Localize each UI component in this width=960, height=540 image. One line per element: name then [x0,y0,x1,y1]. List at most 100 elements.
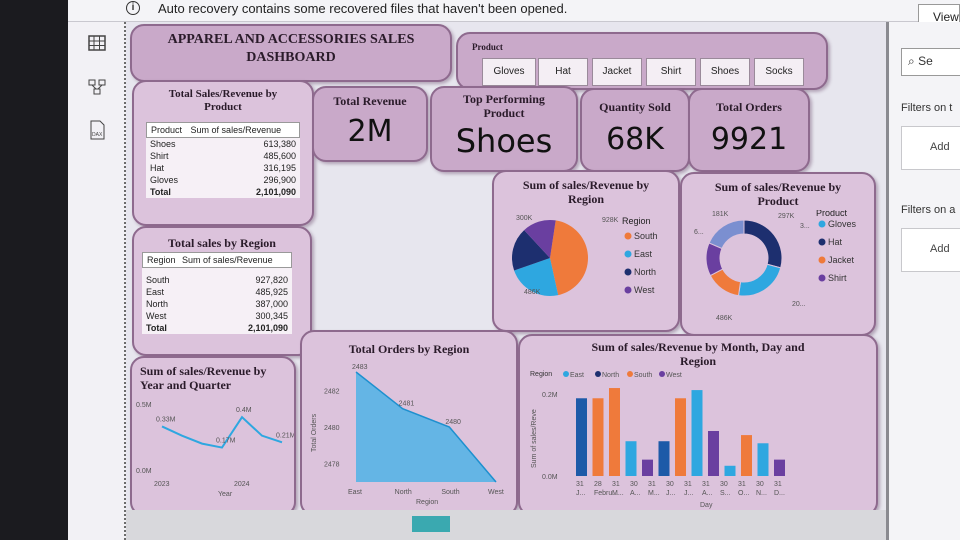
bar [757,443,769,476]
pie-data-label: 928K [602,217,619,224]
model-view-icon[interactable] [87,78,107,98]
orders-region-title: Total Orders by Region [348,342,470,356]
bar [675,398,686,476]
slicer-option-socks[interactable]: Socks [754,58,804,86]
report-canvas: APPAREL AND ACCESSORIES SALES DASHBOARD … [126,22,886,522]
slicer-option-gloves[interactable]: Gloves [482,58,536,86]
revenue-col-header[interactable]: Sum of sales/Revenue [191,125,282,135]
legend-label: Hat [828,237,843,247]
add-filter-page-button[interactable]: Add [901,126,960,170]
table-total-row: Total 2,101,090 [142,322,292,334]
cell-region: North [146,299,169,309]
orders-region-area-chart[interactable]: 2482 2480 2478 2483 2481 2480 East North South We… [302,362,516,512]
x-axis-title: Year [218,491,233,498]
x-tick-label: South [441,489,459,496]
legend-dot-west [624,286,632,294]
slicer-option-jacket[interactable]: Jacket [592,58,642,86]
y-axis-title: Total Orders [311,413,318,452]
data-label: 0.33M [156,416,176,423]
bar [592,398,604,476]
product-donut-chart[interactable]: 181K 297K 3... 20... 486K 6... ProductGloves Ha… [682,210,874,334]
product-slicer: Product Gloves Hat Jacket Shirt Shoes So… [456,32,828,90]
table-view-icon[interactable] [87,34,107,54]
page-tab[interactable] [412,516,450,532]
notification-text: Auto recovery contains some recovered fi… [158,1,568,16]
total-orders-value: 9921 [710,122,788,157]
page-tabs-bar [126,510,886,540]
region-pie-title: Sum of sales/Revenue by Region [522,178,650,206]
region-table-title: Total sales by Region [168,236,276,250]
table-row[interactable]: East 485,925 [142,286,292,298]
cell-revenue: 485,600 [263,151,296,161]
product-col-header[interactable]: Product [151,125,182,135]
region-pie-card: Sum of sales/Revenue by Region 928K 486K 3… [492,170,680,332]
total-label: Total [150,187,171,197]
legend-dot-north [624,268,632,276]
y-tick-label: 0.5M [136,402,152,409]
add-filter-all-button[interactable]: Add [901,228,960,272]
product-donut-card: Sum of sales/Revenue by Product 181K 297K… [680,172,876,336]
table-row[interactable]: North 387,000 [142,298,292,310]
legend-dot-shirt [818,274,826,282]
region-revenue-table-card: Total sales by Region Region Sum of sale… [132,226,312,356]
table-row[interactable]: Shirt 485,600 [146,150,300,162]
x-tick-label: 30 [756,481,764,488]
x-tick-label: 31 [702,481,710,488]
legend-dot-south [627,371,633,377]
x-month-label: J... [684,490,693,497]
x-month-label: M... [612,490,624,497]
legend-dot-south [624,232,632,240]
year-quarter-title: Sum of sales/Revenue by Year and Quarter [140,364,267,392]
legend-title: Region [622,216,651,226]
table-row[interactable]: Gloves 296,900 [146,174,300,186]
table-row[interactable]: West 300,345 [142,310,292,322]
year-quarter-line-chart[interactable]: 0.5M 0.0M 0.33M 0.17M 0.4M 0.21M 2023 2024Year [132,396,294,514]
filters-on-page-label: Filters on t [901,102,953,114]
x-month-label: D... [774,490,785,497]
slicer-option-shirt[interactable]: Shirt [646,58,696,86]
region-pie-chart[interactable]: 928K 486K 300K Region South East North West [494,210,678,330]
y-tick-label: 0.0M [136,468,152,475]
legend-label: South [634,372,652,379]
table-row[interactable]: Shoes 613,380 [146,138,300,150]
legend-dot-hat [818,238,826,246]
legend-dot-north [595,371,601,377]
slicer-option-hat[interactable]: Hat [538,58,588,86]
total-value: 2,101,090 [255,187,296,197]
month-day-region-bar-chart[interactable]: Region East North South West 0.2M 0.0M Sum of s… [520,368,876,516]
total-orders-label: Total Orders [716,100,782,114]
region-revenue-col-header[interactable]: Sum of sales/Revenue [182,255,273,265]
product-table-title: Total Sales/Revenue by Product [168,88,278,113]
slicer-label: Product [472,42,503,52]
screen: i Auto recovery contains some recovered … [68,0,960,540]
product-table-header: Product Sum of sales/Revenue [146,122,300,138]
total-revenue-value: 2M [347,114,393,149]
legend-label: South [634,231,658,241]
filter-search-box[interactable]: ⌕ Se [901,48,960,76]
donut-data-label: 486K [716,315,733,322]
donut-data-label: 297K [778,213,795,220]
legend-label: Jacket [828,255,855,265]
cell-revenue: 485,925 [255,287,288,297]
legend-label: East [634,249,653,259]
total-value: 2,101,090 [247,323,288,333]
dax-query-icon[interactable]: DAX [87,120,107,140]
table-row[interactable]: Hat 316,195 [146,162,300,174]
region-col-header[interactable]: Region [147,255,176,265]
slicer-option-shoes[interactable]: Shoes [700,58,750,86]
legend-label: West [634,285,655,295]
donut-data-label: 20... [792,301,806,308]
legend-label: North [602,372,619,379]
cell-region: South [146,275,170,285]
table-row[interactable]: South 927,820 [142,274,292,286]
x-tick-label: 2023 [154,481,170,488]
legend-dot-jacket [818,256,826,264]
legend-title: Region [530,371,552,378]
filters-pane: ⌕ Se Filters on t Add Filters on a Add [886,22,960,540]
x-tick-label: North [395,489,412,496]
x-tick-label: 30 [666,481,674,488]
cell-revenue: 300,345 [255,311,288,321]
total-label: Total [146,323,167,333]
bar [625,441,637,476]
data-label: 0.4M [236,407,252,414]
